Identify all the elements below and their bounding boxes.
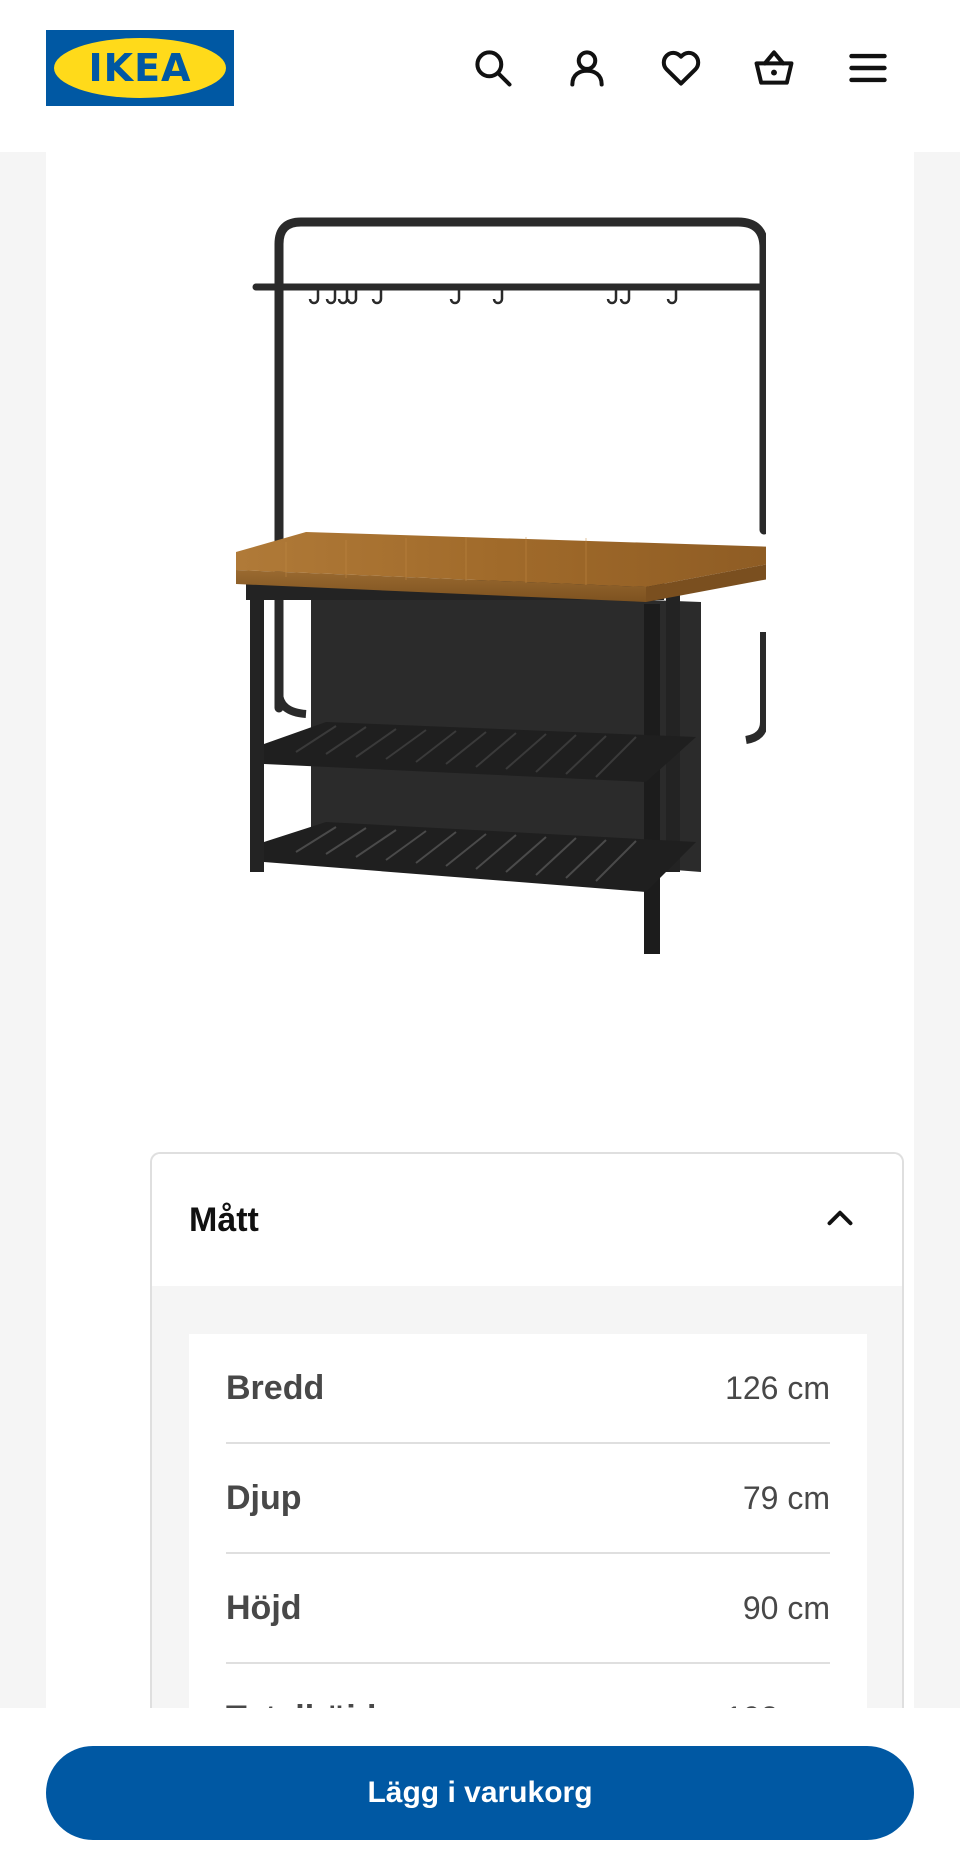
dimension-row-width: Bredd 126 cm xyxy=(226,1334,830,1444)
top-header: IKEA xyxy=(0,0,960,152)
basket-icon xyxy=(754,50,794,85)
dimension-value: 79 cm xyxy=(742,1479,830,1516)
add-to-cart-button[interactable]: Lägg i varukorg xyxy=(46,1746,914,1840)
hamburger-menu-icon xyxy=(849,53,887,83)
kitchen-island-image[interactable] xyxy=(226,192,766,962)
dimension-value: 90 cm xyxy=(742,1589,830,1626)
product-panel: Mått Bredd 126 cm Djup 79 cm Höjd 90 cm … xyxy=(46,152,914,1860)
search-button[interactable] xyxy=(465,40,521,96)
dimension-label: Höjd xyxy=(226,1588,302,1627)
dimensions-accordion-header[interactable]: Mått xyxy=(152,1154,902,1286)
heart-icon xyxy=(661,50,701,86)
favourites-button[interactable] xyxy=(653,40,709,96)
ikea-logo[interactable]: IKEA xyxy=(46,30,234,106)
logo-text: IKEA xyxy=(88,46,192,90)
account-icon xyxy=(570,50,604,87)
account-button[interactable] xyxy=(559,40,615,96)
search-icon xyxy=(475,50,512,87)
dimension-label: Djup xyxy=(226,1478,302,1517)
menu-button[interactable] xyxy=(840,40,896,96)
dimension-row-height: Höjd 90 cm xyxy=(226,1554,830,1664)
sticky-footer: Lägg i varukorg xyxy=(0,1708,960,1876)
dimension-value: 126 cm xyxy=(725,1369,830,1406)
dimensions-title: Mått xyxy=(189,1200,259,1239)
basket-button[interactable] xyxy=(746,40,802,96)
dimension-row-depth: Djup 79 cm xyxy=(226,1444,830,1554)
dimension-label: Bredd xyxy=(226,1368,325,1407)
logo-oval: IKEA xyxy=(54,38,226,98)
chevron-up-icon xyxy=(822,1200,858,1241)
